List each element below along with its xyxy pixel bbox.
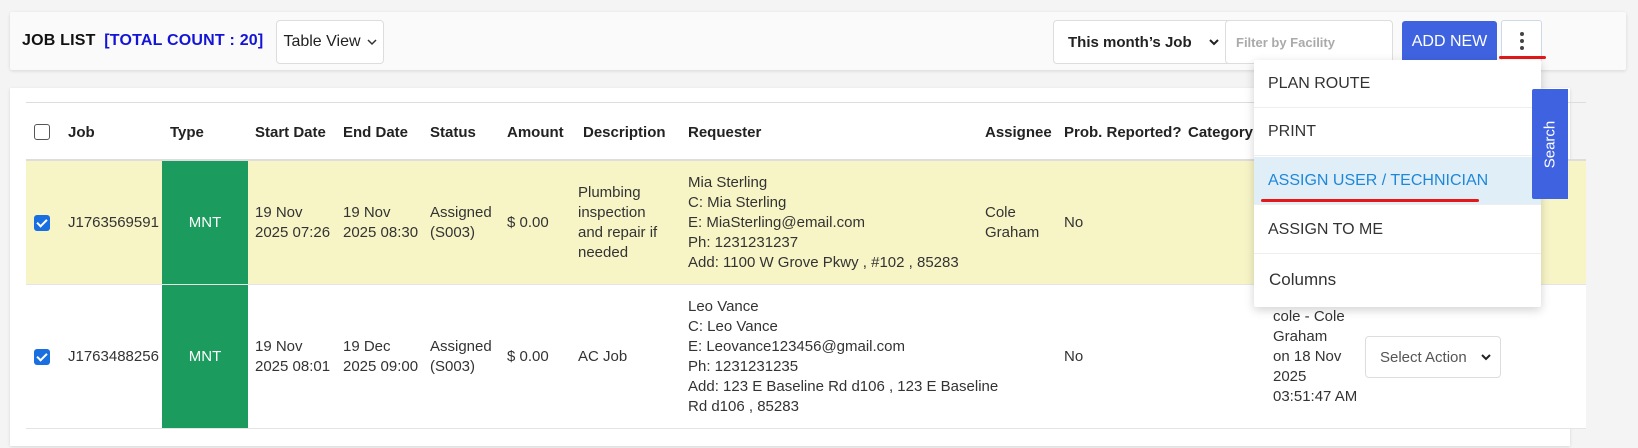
col-header-job[interactable]: Job [68,103,95,161]
status: Assigned (S003) [430,203,492,241]
menu-item-print[interactable]: PRINT [1254,108,1541,156]
end-date: 19 Dec 2025 09:00 [343,337,419,375]
prob-reported: No [1064,213,1084,231]
requester: Leo Vance C: Leo Vance E: Leovance123456@… [688,297,999,415]
kebab-dot-icon [1519,32,1524,36]
col-header-assignee[interactable]: Assignee [985,103,1052,161]
menu-item-assign-user-technician[interactable]: ASSIGN USER / TECHNICIAN [1254,157,1541,205]
col-header-prob-reported[interactable]: Prob. Reported? [1064,103,1182,161]
view-select-value: Table View [283,33,361,50]
assign-highlight-underline [1261,199,1479,202]
description: AC Job [578,347,628,365]
row-select-cell[interactable] [34,161,50,284]
col-header-category[interactable]: Category [1188,103,1253,161]
select-all-checkbox[interactable] [34,124,50,140]
menu-item-assign-to-me[interactable]: ASSIGN TO ME [1254,206,1541,254]
month-filter-value: This month’s Job [1068,33,1192,51]
job-id[interactable]: J1763569591 [68,161,159,284]
status: Assigned (S003) [430,337,492,375]
job-type-badge: MNT [162,161,248,284]
chevron-down-icon [1209,39,1219,46]
amount: $ 0.00 [507,213,549,231]
start-date: 19 Nov 2025 08:01 [255,337,331,375]
col-header-status[interactable]: Status [430,103,476,161]
kebab-highlight-underline [1499,56,1546,59]
start-date: 19 Nov 2025 07:26 [255,203,331,241]
kebab-dot-icon [1519,46,1524,50]
end-date: 19 Nov 2025 08:30 [343,203,419,241]
view-select[interactable]: Table View [276,20,384,64]
job-list-title: JOB LIST [22,32,96,49]
job-id[interactable]: J1763488256 [68,285,159,428]
col-header-description[interactable]: Description [583,103,666,161]
amount: $ 0.00 [507,347,549,365]
requester: Mia Sterling C: Mia Sterling E: MiaSterli… [688,173,959,271]
job-type-badge: MNT [162,285,248,428]
select-all-cell[interactable] [34,103,50,161]
row-checkbox[interactable] [34,348,50,365]
prob-reported: No [1064,347,1084,365]
select-action-value: Select Action [1380,348,1467,366]
total-count: [TOTAL COUNT : 20] [104,32,264,49]
page-title: JOB LIST [TOTAL COUNT : 20] [22,32,263,50]
chevron-down-icon [1481,354,1491,361]
menu-item-columns[interactable]: Columns [1254,256,1541,304]
description: Plumbing inspection and repair if needed [578,183,658,261]
col-header-requester[interactable]: Requester [688,103,761,161]
col-header-amount[interactable]: Amount [507,103,564,161]
more-options-menu: PLAN ROUTE PRINT ASSIGN USER / TECHNICIA… [1254,60,1541,307]
search-tab-label: Search [1541,120,1559,168]
select-action-dropdown[interactable]: Select Action [1365,336,1501,378]
menu-item-plan-route[interactable]: PLAN ROUTE [1254,60,1541,108]
facility-filter-input[interactable] [1225,20,1393,64]
col-header-start-date[interactable]: Start Date [255,103,326,161]
row-select-cell[interactable] [34,285,50,428]
kebab-dot-icon [1519,39,1524,43]
add-new-button[interactable]: ADD NEW [1402,21,1497,63]
col-header-type[interactable]: Type [170,103,204,161]
month-filter-select[interactable]: This month’s Job [1053,20,1231,64]
col-header-end-date[interactable]: End Date [343,103,408,161]
search-side-tab[interactable]: Search [1532,89,1568,199]
chevron-down-icon [367,39,377,46]
row-checkbox[interactable] [34,214,50,231]
assignee: Cole Graham [985,203,1040,241]
